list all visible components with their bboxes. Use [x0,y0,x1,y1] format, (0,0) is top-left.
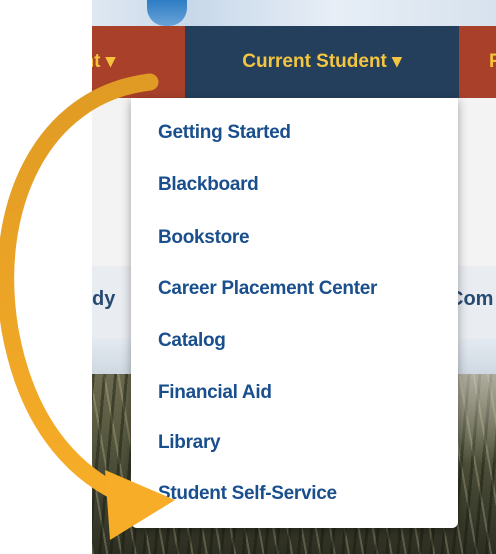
hero-graphic [147,0,187,26]
quick-link-partial-left[interactable]: dy [92,288,115,311]
main-nav: ent ▾ Current Student ▾ F [92,26,496,98]
menu-item-bookstore[interactable]: Bookstore [158,227,250,249]
nav-item-prev-label: ent [92,51,101,72]
menu-item-blackboard[interactable]: Blackboard [158,174,259,196]
menu-item-career-placement-center[interactable]: Career Placement Center [158,278,377,300]
menu-item-student-self-service[interactable]: Student Self-Service [158,483,337,505]
nav-item-next-label: F [489,51,496,72]
chevron-down-icon: ▾ [392,51,402,72]
menu-item-financial-aid[interactable]: Financial Aid [158,382,272,404]
nav-item-current-label: Current Student [242,51,387,72]
nav-item-current-student[interactable]: Current Student ▾ [185,26,459,98]
chevron-down-icon: ▾ [105,51,116,72]
current-student-dropdown-menu: Getting Started Blackboard Bookstore Car… [131,98,458,528]
hero-banner-top [92,0,496,26]
menu-item-getting-started[interactable]: Getting Started [158,122,291,144]
menu-item-catalog[interactable]: Catalog [158,330,226,352]
menu-item-library[interactable]: Library [158,432,221,454]
nav-item-prospective-student[interactable]: ent ▾ [92,26,185,98]
nav-item-next[interactable]: F [459,26,496,98]
